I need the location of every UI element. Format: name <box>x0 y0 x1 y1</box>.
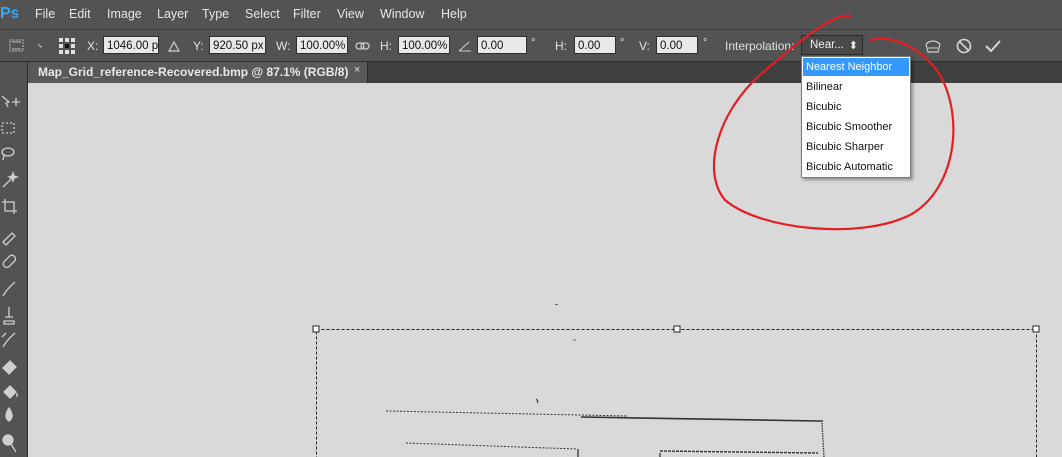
interpolation-select[interactable]: Near... ⬍ <box>801 35 863 55</box>
dodge-tool-icon <box>2 434 17 453</box>
y-label: Y: <box>193 39 204 53</box>
transform-handle <box>1032 325 1040 333</box>
menu-type[interactable]: Type <box>202 6 229 22</box>
width-field[interactable]: 100.00% <box>296 36 348 54</box>
cancel-icon[interactable] <box>954 36 974 56</box>
menu-select[interactable]: Select <box>245 6 280 22</box>
blur-tool-icon <box>5 406 13 422</box>
clone-stamp-icon <box>3 307 15 325</box>
healing-brush-icon <box>2 254 17 269</box>
photoshop-logo: Ps <box>0 5 18 22</box>
menu-window[interactable]: Window <box>380 6 424 22</box>
reference-point-icon[interactable] <box>57 36 77 56</box>
menu-view[interactable]: View <box>337 6 364 22</box>
option-bicubic[interactable]: Bicubic <box>803 98 909 116</box>
commit-icon[interactable] <box>983 36 1003 56</box>
document-tab[interactable]: Map_Grid_reference-Recovered.bmp @ 87.1%… <box>28 62 368 83</box>
rotate-angle-field[interactable]: 0.00 <box>477 36 527 54</box>
menu-help[interactable]: Help <box>441 6 467 22</box>
option-bicubic-sharper[interactable]: Bicubic Sharper <box>803 138 909 156</box>
map-grid-image <box>385 304 825 457</box>
angle-unit: ° <box>531 37 536 49</box>
angle-icon <box>457 36 477 56</box>
updown-chevron-icon: ⬍ <box>848 40 858 52</box>
close-icon[interactable]: × <box>354 64 360 76</box>
marquee-tool-icon <box>1 122 15 134</box>
menu-filter[interactable]: Filter <box>293 6 321 22</box>
eyedropper-icon <box>2 232 16 246</box>
option-bicubic-smoother[interactable]: Bicubic Smoother <box>803 118 909 136</box>
hskew-unit: ° <box>620 37 625 49</box>
option-nearest-neighbor[interactable]: Nearest Neighbor <box>803 58 909 76</box>
option-bicubic-automatic[interactable]: Bicubic Automatic <box>803 158 909 176</box>
vskew-label: V: <box>639 39 650 53</box>
lasso-tool-icon <box>1 147 15 161</box>
menu-edit[interactable]: Edit <box>69 6 91 22</box>
tools-panel <box>0 62 28 457</box>
magic-wand-icon <box>2 170 20 188</box>
crop-tool-icon <box>2 199 17 214</box>
document-tab-title: Map_Grid_reference-Recovered.bmp @ 87.1%… <box>38 65 349 79</box>
height-field[interactable]: 100.00% <box>398 36 450 54</box>
horizontal-skew-field[interactable]: 0.00 <box>574 36 616 54</box>
menu-bar: Ps File Edit Image Layer Type Select Fil… <box>0 0 1062 29</box>
interpolation-dropdown-list: Nearest Neighbor Bilinear Bicubic Bicubi… <box>801 56 911 178</box>
transform-handle <box>312 325 320 333</box>
x-label: X: <box>87 39 99 53</box>
interpolation-label: Interpolation: <box>725 39 795 53</box>
vskew-unit: ° <box>703 37 708 49</box>
warp-icon[interactable] <box>923 36 943 56</box>
menu-file[interactable]: File <box>35 6 55 22</box>
menu-image[interactable]: Image <box>107 6 142 22</box>
w-label: W: <box>276 39 291 53</box>
menu-layer[interactable]: Layer <box>157 6 188 22</box>
move-tool-icon <box>1 95 20 108</box>
transform-preset-icon[interactable] <box>8 36 45 56</box>
y-position-field[interactable]: 920.50 px <box>209 36 266 54</box>
history-brush-icon <box>1 332 16 348</box>
interpolation-value: Near... <box>810 39 844 51</box>
paint-bucket-icon <box>3 385 18 399</box>
hskew-label: H: <box>555 39 567 53</box>
link-icon[interactable] <box>355 36 375 56</box>
vertical-skew-field[interactable]: 0.00 <box>656 36 698 54</box>
h-label: H: <box>380 39 392 53</box>
transform-handle <box>673 325 681 333</box>
option-bilinear[interactable]: Bilinear <box>803 78 909 96</box>
eraser-icon <box>2 360 17 375</box>
x-position-field[interactable]: 1046.00 px <box>103 36 159 54</box>
brush-tool-icon <box>2 281 16 297</box>
delta-icon[interactable] <box>167 36 187 56</box>
